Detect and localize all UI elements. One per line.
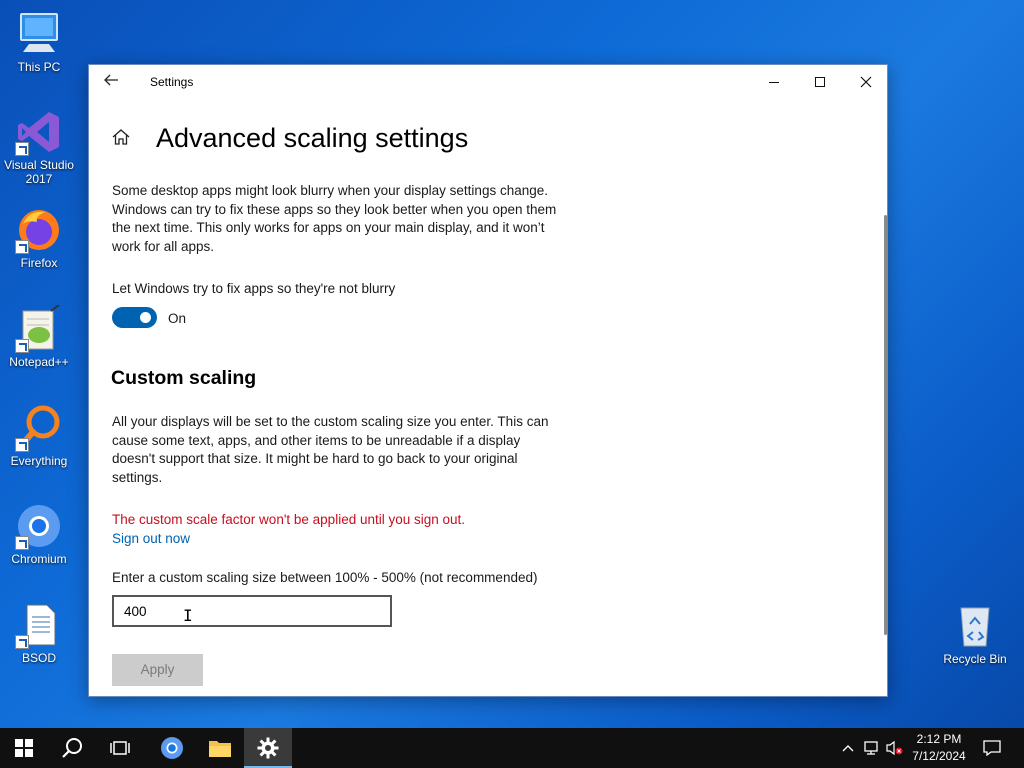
- gear-icon: [257, 737, 279, 759]
- minimize-button[interactable]: [751, 65, 797, 99]
- chromium-icon: [15, 502, 63, 550]
- page-title: Advanced scaling settings: [156, 123, 469, 153]
- shortcut-arrow-icon: [15, 339, 29, 353]
- shortcut-arrow-icon: [15, 438, 29, 452]
- back-button[interactable]: [103, 73, 123, 91]
- clock-time: 2:12 PM: [916, 732, 962, 746]
- recycle-bin-icon: [951, 602, 999, 650]
- shortcut-arrow-icon: [15, 142, 29, 156]
- taskbar-chromium[interactable]: [148, 728, 196, 768]
- taskbar-clock[interactable]: 2:12 PM 7/12/2024: [904, 731, 974, 765]
- search-icon: [62, 738, 82, 758]
- task-view-button[interactable]: [96, 728, 144, 768]
- scaling-input-label: Enter a custom scaling size between 100%…: [112, 570, 538, 585]
- desktop-icon-firefox[interactable]: Firefox: [0, 206, 78, 270]
- warning-text: The custom scale factor won't be applied…: [112, 512, 466, 527]
- computer-icon: [15, 10, 63, 58]
- search-button[interactable]: [48, 728, 96, 768]
- window-title: Settings: [150, 75, 194, 89]
- taskbar-settings[interactable]: [244, 728, 292, 768]
- shortcut-arrow-icon: [15, 536, 29, 550]
- section-title: Custom scaling: [111, 367, 257, 389]
- home-icon[interactable]: [111, 127, 131, 152]
- fix-blurry-apps-toggle[interactable]: [112, 307, 157, 328]
- sign-out-link[interactable]: Sign out now: [112, 531, 190, 546]
- description-text: Some desktop apps might look blurry when…: [112, 183, 557, 254]
- desktop-icon-label: Everything: [10, 454, 68, 468]
- document-icon: [15, 601, 63, 649]
- back-arrow-icon: [104, 74, 118, 86]
- custom-scaling-input[interactable]: [112, 595, 392, 627]
- desktop-icon-recycle-bin[interactable]: Recycle Bin: [936, 602, 1014, 666]
- taskbar-file-explorer[interactable]: [196, 728, 244, 768]
- close-button[interactable]: [843, 65, 889, 99]
- text-cursor-icon: I: [183, 606, 193, 625]
- visual-studio-icon: [15, 108, 63, 156]
- toggle-label: Let Windows try to fix apps so they're n…: [112, 281, 396, 296]
- desktop-icon-label: Visual Studio 2017: [4, 158, 74, 186]
- start-button[interactable]: [0, 728, 48, 768]
- settings-window: Settings Advanced scaling settings Some …: [88, 64, 888, 697]
- desktop-icon-visual-studio[interactable]: Visual Studio 2017: [0, 108, 78, 186]
- minimize-icon: [769, 81, 779, 83]
- apply-button[interactable]: Apply: [112, 654, 203, 686]
- tray-chevron-up-icon[interactable]: [838, 738, 858, 758]
- folder-icon: [209, 741, 231, 757]
- notification-center-icon[interactable]: [982, 738, 1002, 758]
- custom-scaling-description: All your displays will be set to the cus…: [112, 414, 549, 485]
- shortcut-arrow-icon: [15, 635, 29, 649]
- firefox-icon: [15, 206, 63, 254]
- close-icon: [860, 76, 872, 88]
- network-icon[interactable]: [862, 738, 882, 758]
- toggle-state-text: On: [168, 311, 187, 326]
- notepadpp-icon: [15, 304, 63, 353]
- maximize-icon: [815, 77, 825, 87]
- task-view-icon: [110, 741, 130, 755]
- desktop-icon-everything[interactable]: Everything: [0, 404, 78, 468]
- desktop-icon-label: Chromium: [11, 552, 67, 566]
- chromium-icon: [161, 737, 183, 759]
- maximize-button[interactable]: [797, 65, 843, 99]
- desktop-icon-bsod[interactable]: BSOD: [0, 601, 78, 665]
- everything-search-icon: [15, 404, 63, 452]
- desktop-icon-chromium[interactable]: Chromium: [0, 502, 78, 566]
- desktop-icon-label: BSOD: [21, 651, 56, 665]
- scrollbar[interactable]: [884, 215, 887, 635]
- title-bar[interactable]: Settings: [89, 65, 887, 99]
- windows-logo-icon: [15, 739, 33, 757]
- taskbar: 2:12 PM 7/12/2024: [0, 728, 1024, 768]
- desktop-icon-label: Firefox: [20, 256, 58, 270]
- desktop-icon-label: Notepad++: [9, 355, 69, 369]
- volume-muted-icon[interactable]: [884, 738, 904, 758]
- desktop-icon-label: Recycle Bin: [943, 652, 1007, 666]
- shortcut-arrow-icon: [15, 240, 29, 254]
- desktop-icon-this-pc[interactable]: This PC: [0, 10, 78, 74]
- desktop-icon-label: This PC: [17, 60, 61, 74]
- toggle-knob: [140, 312, 151, 323]
- desktop-icon-notepadpp[interactable]: Notepad++: [0, 304, 78, 369]
- clock-date: 7/12/2024: [912, 749, 966, 763]
